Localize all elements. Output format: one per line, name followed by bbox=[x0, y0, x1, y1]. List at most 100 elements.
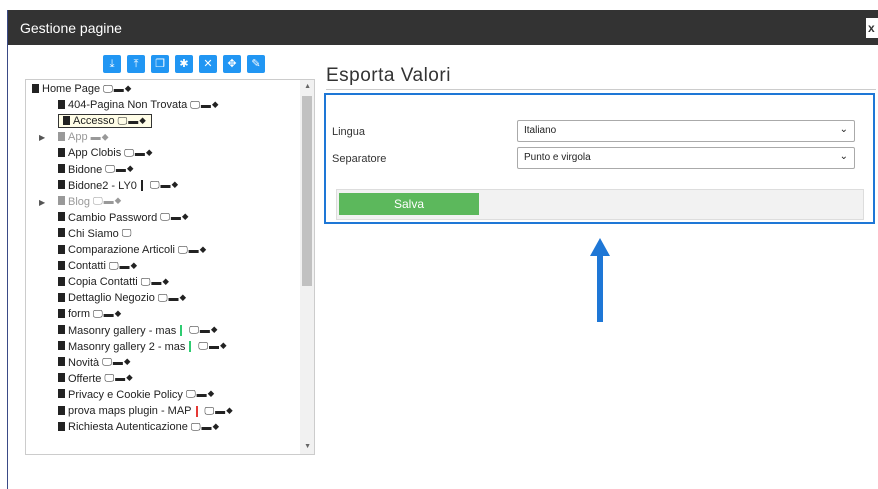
tree-node[interactable]: form 🖵▬⬥ bbox=[58, 308, 122, 325]
expand-arrow-icon[interactable]: ▶ bbox=[39, 198, 45, 207]
page-icon bbox=[58, 212, 65, 222]
page-icon bbox=[58, 276, 65, 286]
device-icons: 🖵▬⬥ bbox=[160, 212, 190, 224]
page-icon bbox=[58, 357, 65, 367]
tree-node[interactable]: Bidone 🖵▬⬥ bbox=[58, 164, 135, 181]
page-icon bbox=[63, 115, 70, 125]
tree-node[interactable]: ▶ Blog 🖵▬⬥ bbox=[39, 195, 122, 213]
tree-node[interactable]: Copia Contatti 🖵▬⬥ bbox=[58, 276, 170, 293]
page-icon bbox=[58, 405, 65, 415]
settings-icon[interactable]: ✱ bbox=[175, 55, 193, 73]
scroll-down-icon[interactable]: ▼ bbox=[304, 443, 311, 450]
page-icon bbox=[58, 389, 65, 399]
page-icon bbox=[58, 260, 65, 270]
page-icon bbox=[58, 421, 65, 431]
expand-arrow-icon[interactable]: ▶ bbox=[39, 133, 45, 142]
tree-node[interactable]: Comparazione Articoli 🖵▬⬥ bbox=[58, 244, 207, 261]
lingua-select[interactable]: Italiano ⌄ bbox=[517, 120, 855, 142]
tree-node[interactable]: Home Page 🖵▬⬥ bbox=[32, 83, 132, 100]
tree-node-label: Novità bbox=[68, 356, 100, 369]
chevron-down-icon: ⌄ bbox=[839, 151, 848, 162]
tree-node[interactable]: Bidone2 - LY0 🖵▬⬥ bbox=[58, 180, 179, 197]
device-icons: 🖵▬⬥ bbox=[103, 83, 133, 95]
page-icon bbox=[58, 373, 65, 383]
export-panel: Lingua Italiano ⌄ Separatore Punto e vir… bbox=[324, 93, 875, 224]
device-icons: 🖵▬⬥ bbox=[204, 405, 234, 417]
tree-node-label: Bidone2 - LY0 bbox=[68, 179, 137, 192]
tree-node-label: prova maps plugin - MAP bbox=[68, 405, 192, 417]
page-icon bbox=[58, 244, 65, 254]
tree-node-label: Masonry gallery - mas bbox=[68, 324, 177, 337]
device-icons: 🖵▬⬥ bbox=[102, 357, 132, 369]
page-icon bbox=[58, 292, 65, 302]
tree-node-label: Contatti bbox=[68, 260, 106, 273]
tree-node-label: Accesso bbox=[73, 115, 115, 128]
scrollbar-thumb[interactable] bbox=[302, 96, 312, 286]
device-icons: 🖵▬⬥ bbox=[178, 244, 208, 256]
tree-node[interactable]: Masonry gallery 2 - mas 🖵▬⬥ bbox=[58, 341, 228, 358]
tree-node-label: Masonry gallery 2 - mas bbox=[68, 340, 186, 353]
status-bar bbox=[195, 405, 198, 417]
tree-node[interactable]: Chi Siamo 🖵 bbox=[58, 228, 132, 245]
tree-node[interactable]: prova maps plugin - MAP 🖵▬⬥ bbox=[58, 405, 234, 422]
tree-node[interactable]: Novità 🖵▬⬥ bbox=[58, 357, 132, 374]
tree-node-label: Blog bbox=[68, 195, 91, 208]
device-icons: 🖵▬⬥ bbox=[104, 373, 134, 385]
device-icons: 🖵▬⬥ bbox=[185, 389, 216, 401]
lingua-value: Italiano bbox=[524, 125, 557, 136]
tree-node[interactable]: Accesso 🖵▬⬥ bbox=[58, 114, 152, 132]
tree-node-label: 404-Pagina Non Trovata bbox=[68, 99, 188, 112]
delete-icon[interactable]: ✕ bbox=[199, 55, 217, 73]
tree-node[interactable]: Richiesta Autenticazione 🖵▬⬥ bbox=[58, 421, 220, 438]
device-icons: 🖵▬⬥ bbox=[93, 308, 123, 320]
page-tree: Home Page 🖵▬⬥ 404-Pagina Non Trovata 🖵▬⬥ Acc… bbox=[25, 79, 315, 455]
page-icon bbox=[58, 228, 65, 238]
scroll-up-icon[interactable]: ▲ bbox=[304, 83, 311, 90]
tree-node-label: Offerte bbox=[68, 372, 102, 385]
device-icons: 🖵▬⬥ bbox=[157, 292, 188, 304]
device-icons: ▬⬥ bbox=[90, 131, 110, 143]
status-bar bbox=[140, 180, 143, 192]
upload-icon[interactable]: ⤒ bbox=[127, 55, 145, 73]
move-icon[interactable]: ✥ bbox=[223, 55, 241, 73]
device-icons: 🖵▬⬥ bbox=[190, 99, 220, 111]
page-icon bbox=[58, 325, 65, 335]
tree-node-label: Copia Contatti bbox=[68, 276, 138, 289]
tree-node-label: Bidone bbox=[68, 163, 103, 176]
separatore-select[interactable]: Punto e virgola ⌄ bbox=[517, 147, 855, 169]
tree-node-label: Dettaglio Negozio bbox=[68, 292, 155, 305]
device-icons: 🖵▬⬥ bbox=[189, 325, 219, 337]
tree-node[interactable]: Dettaglio Negozio 🖵▬⬥ bbox=[58, 292, 187, 309]
page-icon bbox=[58, 308, 65, 318]
heading-divider bbox=[326, 89, 876, 90]
tree-node-label: App bbox=[68, 131, 88, 144]
status-bar bbox=[189, 341, 192, 353]
status-bar bbox=[180, 325, 183, 337]
tree-node[interactable]: Masonry gallery - mas 🖵▬⬥ bbox=[58, 325, 219, 342]
copy-icon[interactable]: ❐ bbox=[151, 55, 169, 73]
device-icons: 🖵▬⬥ bbox=[124, 147, 154, 159]
tree-node-label: Cambio Password bbox=[68, 211, 158, 224]
download-icon[interactable]: ⤓ bbox=[103, 55, 121, 73]
tree-node-label: Richiesta Autenticazione bbox=[68, 421, 188, 434]
lingua-label: Lingua bbox=[332, 126, 366, 138]
edit-icon[interactable]: ✎ bbox=[247, 55, 265, 73]
page-icon bbox=[58, 164, 65, 174]
tree-node-label: Home Page bbox=[42, 83, 101, 95]
tree-node[interactable]: Contatti 🖵▬⬥ bbox=[58, 260, 138, 277]
device-icons: 🖵 bbox=[121, 228, 133, 240]
title-bar: Gestione pagine x bbox=[8, 10, 878, 45]
device-icons: 🖵▬⬥ bbox=[105, 164, 135, 176]
tree-node[interactable]: Offerte 🖵▬⬥ bbox=[58, 373, 134, 390]
tree-node[interactable]: Privacy e Cookie Policy 🖵▬⬥ bbox=[58, 389, 215, 406]
tree-node[interactable]: ▶ App ▬⬥ bbox=[39, 131, 110, 148]
tree-node-label: Chi Siamo bbox=[68, 227, 119, 240]
top-strip bbox=[0, 0, 878, 10]
tree-node[interactable]: App Clobis 🖵▬⬥ bbox=[58, 147, 154, 164]
save-button[interactable]: Salva bbox=[339, 193, 479, 215]
tree-node[interactable]: Cambio Password 🖵▬⬥ bbox=[58, 212, 190, 229]
close-button[interactable]: x bbox=[866, 18, 878, 38]
window-title: Gestione pagine bbox=[20, 20, 122, 36]
device-icons: 🖵▬⬥ bbox=[108, 260, 139, 272]
device-icons: 🖵▬⬥ bbox=[190, 421, 221, 433]
